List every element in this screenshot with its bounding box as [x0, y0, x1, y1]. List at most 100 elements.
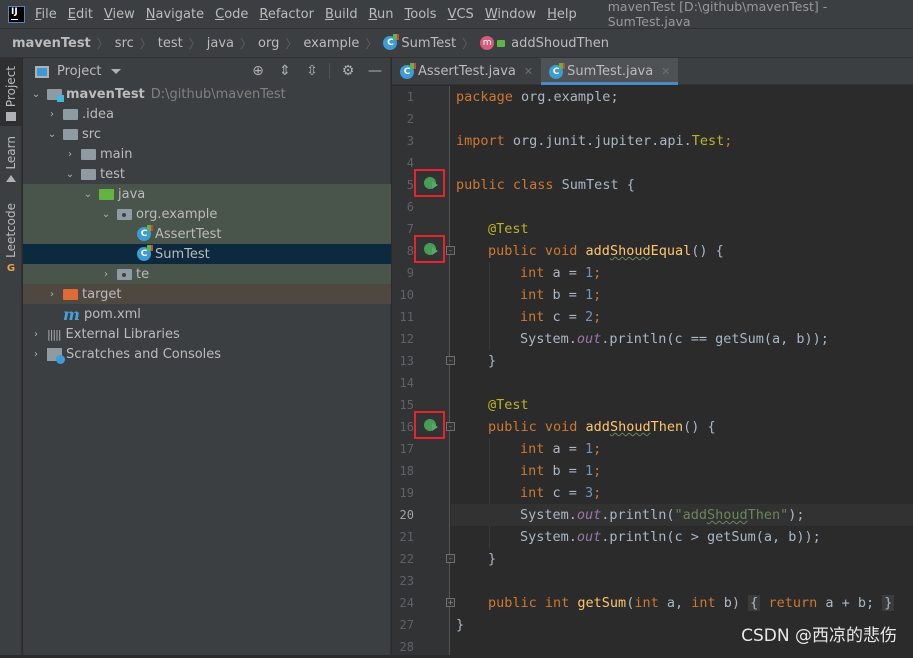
menu-file[interactable]: File	[35, 7, 57, 22]
chevron-down-icon[interactable]	[111, 69, 122, 74]
tool-tab-project[interactable]: Project	[0, 58, 22, 126]
breadcrumb-test[interactable]: test	[158, 36, 183, 51]
collapse-all-icon[interactable]: ⇳	[303, 62, 321, 80]
breadcrumb-separator-icon: 〉	[285, 36, 298, 51]
code-text: }	[488, 551, 497, 567]
project-view-selector[interactable]: Project	[57, 64, 101, 79]
tool-tab-leetcode[interactable]: Leetcode G	[0, 203, 22, 274]
keyword: public int	[488, 595, 570, 611]
chevron-right-icon[interactable]: ›	[29, 329, 43, 340]
tab-assert-test[interactable]: C AssertTest.java ✕	[392, 58, 541, 85]
expand-all-icon[interactable]: ⇕	[276, 62, 294, 80]
run-test-class-button[interactable]	[414, 169, 445, 197]
chevron-right-icon[interactable]: ›	[29, 349, 43, 360]
code-text: .println(c == getSum(a, b));	[601, 331, 829, 347]
close-icon[interactable]: ✕	[661, 65, 670, 78]
code-text: );	[788, 507, 805, 523]
tree-item-SumTest[interactable]: C SumTest	[23, 244, 391, 264]
breadcrumb-separator-icon: 〉	[139, 36, 152, 51]
tree-item-test[interactable]: ⌄ test	[23, 164, 391, 184]
menu-code[interactable]: Code	[215, 7, 248, 22]
menu-help[interactable]: Help	[547, 7, 577, 22]
annotation: @Test	[488, 397, 529, 413]
run-test-method-button[interactable]	[414, 411, 445, 439]
run-test-method-button[interactable]	[414, 235, 445, 263]
breadcrumb-java[interactable]: java	[207, 36, 234, 51]
folder-icon	[81, 148, 96, 160]
chevron-right-icon[interactable]: ›	[45, 289, 59, 300]
menu-edit[interactable]: Edit	[68, 7, 93, 22]
folded-region-open[interactable]: {	[748, 595, 761, 611]
chevron-down-icon[interactable]: ⌄	[63, 169, 77, 180]
locate-file-icon[interactable]: ⊕	[249, 62, 267, 80]
keyword: int	[520, 463, 545, 479]
tool-tab-learn[interactable]: Learn	[0, 136, 22, 196]
tree-item-idea[interactable]: › .idea	[23, 104, 391, 124]
typo-highlight: Shoud	[609, 419, 651, 435]
code-text: b)	[715, 595, 749, 611]
code-text: add	[585, 243, 610, 259]
chevron-down-icon[interactable]: ⌄	[29, 89, 43, 100]
chevron-right-icon[interactable]: ›	[63, 149, 77, 160]
tab-sum-test[interactable]: C SumTest.java ✕	[541, 58, 679, 85]
chevron-down-icon[interactable]: ⌄	[45, 129, 59, 140]
chevron-down-icon[interactable]: ⌄	[81, 189, 95, 200]
menu-view[interactable]: View	[104, 7, 135, 22]
tree-item-mavenTest[interactable]: ⌄ mavenTest D:\github\mavenTest	[23, 84, 391, 104]
chevron-down-icon[interactable]: ⌄	[99, 209, 113, 220]
tree-item-scratches[interactable]: › Scratches and Consoles	[23, 344, 391, 364]
code-line: public int getSum(int a, int b) { return…	[488, 592, 895, 614]
tree-item-org-example[interactable]: ⌄ org.example	[23, 204, 391, 224]
gear-icon[interactable]: ⚙	[339, 62, 357, 80]
line-number: 5	[406, 178, 414, 192]
code-line: int a = 1;	[520, 262, 601, 284]
code-text: ;	[593, 287, 602, 303]
breadcrumb-method[interactable]: addShoudThen	[511, 36, 609, 51]
test-sources-folder-icon	[99, 188, 114, 200]
breadcrumb-example[interactable]: example	[303, 36, 359, 51]
code-line: import org.junit.jupiter.api.Test;	[456, 130, 732, 152]
menu-window[interactable]: Window	[485, 7, 536, 22]
menu-build[interactable]: Build	[325, 7, 358, 22]
menu-vcs[interactable]: VCS	[448, 7, 474, 22]
code-text: System.	[520, 529, 577, 545]
hide-panel-icon[interactable]: —	[366, 62, 384, 80]
tree-item-external-libraries[interactable]: › ||||| External Libraries	[23, 324, 391, 344]
chevron-right-icon[interactable]: ›	[45, 109, 59, 120]
tree-item-path: D:\github\mavenTest	[150, 86, 286, 102]
tree-item-label: External Libraries	[65, 326, 180, 342]
code-text: ;	[593, 441, 602, 457]
menu-refactor[interactable]: Refactor	[259, 7, 314, 22]
code-text: b =	[544, 287, 586, 303]
chevron-right-icon[interactable]: ›	[99, 269, 113, 280]
breadcrumb-src[interactable]: src	[115, 36, 134, 51]
menu-navigate[interactable]: Navigate	[146, 7, 204, 22]
folder-icon	[6, 112, 16, 122]
tree-item-AssertTest[interactable]: C AssertTest	[23, 224, 391, 244]
folded-region-close[interactable]: }	[882, 595, 895, 611]
tree-item-te[interactable]: › te	[23, 264, 391, 284]
breadcrumb-class[interactable]: SumTest	[401, 36, 456, 51]
code-text: c =	[544, 485, 586, 501]
line-number: 8	[406, 244, 414, 258]
tree-item-main[interactable]: › main	[23, 144, 391, 164]
code-text: a,	[658, 595, 692, 611]
tree-item-src[interactable]: ⌄ src	[23, 124, 391, 144]
number: 1	[585, 265, 594, 281]
indent-guide	[489, 262, 490, 350]
menu-tools[interactable]: Tools	[405, 7, 437, 22]
project-window-icon	[35, 65, 49, 78]
test-class-icon: C	[383, 34, 400, 50]
close-icon[interactable]: ✕	[524, 65, 533, 78]
code-line: package org.example;	[456, 86, 619, 108]
graduation-cap-icon	[6, 174, 16, 182]
menu-run[interactable]: Run	[369, 7, 394, 22]
tree-item-java[interactable]: ⌄ java	[23, 184, 391, 204]
tree-item-pom-xml[interactable]: m pom.xml	[23, 304, 391, 324]
number: 1	[585, 463, 594, 479]
tree-item-target[interactable]: › target	[23, 284, 391, 304]
code-area[interactable]: package org.example; import org.junit.ju…	[451, 86, 913, 655]
breadcrumb-org[interactable]: org	[258, 36, 279, 51]
breadcrumb-project[interactable]: mavenTest	[12, 36, 91, 51]
keyword: int	[520, 265, 545, 281]
